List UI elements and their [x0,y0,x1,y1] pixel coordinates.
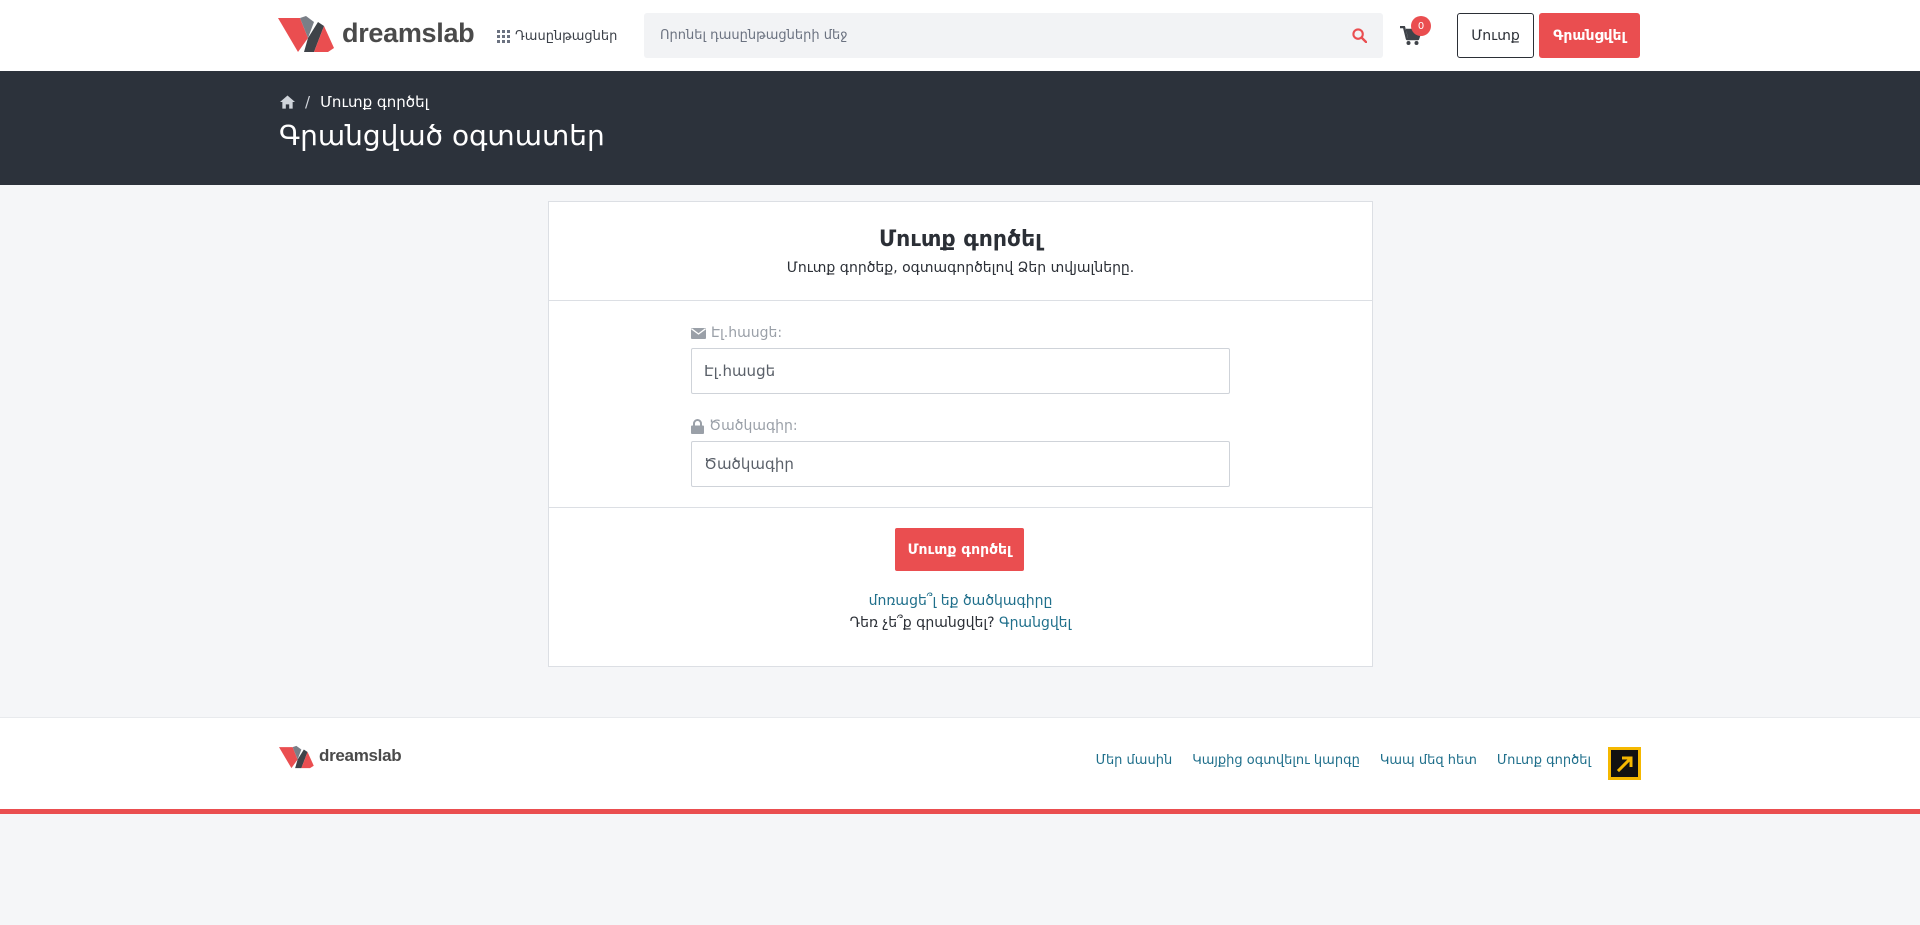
lock-icon [691,418,704,434]
cart-count-badge: 0 [1411,16,1431,36]
envelope-icon [691,327,706,339]
breadcrumb-separator: / [305,93,311,111]
search-icon [1351,28,1367,43]
signup-link[interactable]: Գրանցվել [999,615,1071,631]
login-subtitle: Մուտք գործեք, օգտագործելով Ձեր տվյալները… [786,260,1135,276]
search-input[interactable] [644,13,1335,58]
logo-mark-icon [279,745,314,769]
footer-accent-bar [0,809,1920,814]
top-navbar: dreamslab Դասընթացներ 0 Մուտք Գրանցվել [0,0,1920,71]
site-logo[interactable]: dreamslab [278,14,475,54]
password-label-text: Ծածկագիր: [709,418,798,434]
breadcrumb-current: Մուտք գործել [320,93,429,111]
login-title: Մուտք գործել [878,227,1042,252]
search-button[interactable] [1335,13,1383,58]
arrow-up-right-icon [1616,756,1632,772]
search-bar [644,13,1383,58]
footer-logo-text: dreamslab [319,746,402,765]
register-button[interactable]: Գրանցվել [1539,13,1640,58]
forgot-password-link[interactable]: մոռացե՞լ եք ծածկագիրը [869,593,1053,609]
courses-menu-button[interactable]: Դասընթացներ [497,25,617,47]
courses-label: Դասընթացներ [515,28,618,44]
home-icon[interactable] [280,95,295,109]
breadcrumb: / Մուտք գործել [280,93,429,111]
footer-link-contact[interactable]: Կապ մեզ հետ [1380,753,1477,768]
email-field[interactable] [691,348,1230,394]
submit-login-button[interactable]: Մուտք գործել [895,528,1024,571]
login-form: Էլ.հասցե: Ծածկագիր: [549,301,1372,508]
footer-logo[interactable]: dreamslab [279,745,402,769]
footer-nav: Մեր մասին Կայքից օգտվելու կարգը Կապ մեզ … [1096,753,1591,768]
password-field[interactable] [691,441,1230,487]
no-account-text: Դեռ չե՞ք գրանցվել? [849,615,995,631]
footer-link-about[interactable]: Մեր մասին [1096,753,1173,768]
forgot-password-row: մոռացե՞լ եք ծածկագիրը [549,593,1372,609]
grid-icon [497,29,510,43]
login-card-header: Մուտք գործել Մուտք գործեք, օգտագործելով … [549,202,1372,301]
footer-link-login[interactable]: Մուտք գործել [1497,753,1591,768]
signup-prompt: Դեռ չե՞ք գրանցվել? Գրանցվել [549,615,1372,631]
logo-mark-icon [278,16,334,52]
logo-text: dreamslab [342,17,475,48]
password-label: Ծածկագիր: [691,418,798,434]
site-footer: dreamslab Մեր մասին Կայքից օգտվելու կարգ… [0,717,1920,809]
page-hero: / Մուտք գործել Գրանցված օգտատեր [0,71,1920,185]
scroll-to-top-button[interactable] [1608,747,1641,780]
login-button[interactable]: Մուտք [1457,13,1534,58]
email-label-text: Էլ.հասցե: [711,325,783,341]
login-card-footer: Մուտք գործել մոռացե՞լ եք ծածկագիրը Դեռ չ… [549,508,1372,666]
footer-link-terms[interactable]: Կայքից օգտվելու կարգը [1192,753,1360,768]
login-card: Մուտք գործել Մուտք գործեք, օգտագործելով … [548,201,1373,667]
page-title: Գրանցված օգտատեր [279,119,605,152]
email-label: Էլ.հասցե: [691,325,782,341]
